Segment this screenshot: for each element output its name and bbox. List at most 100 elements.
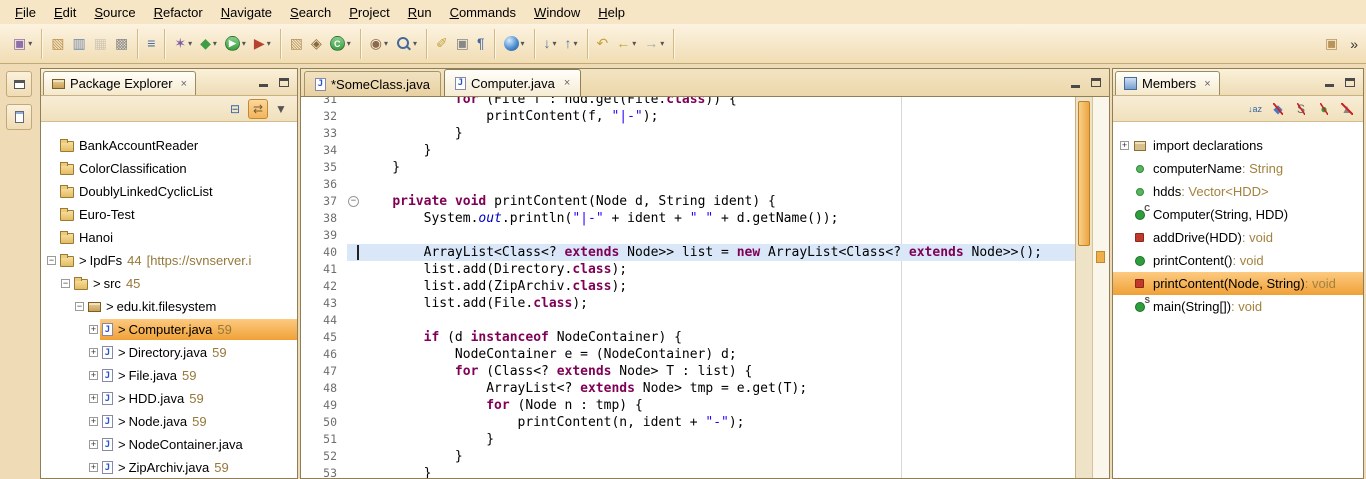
save-icon[interactable]: ▦ [90, 33, 111, 54]
print-icon[interactable]: ▩ [111, 33, 132, 54]
line-number[interactable]: 37 [301, 193, 347, 210]
editor-scrollbar[interactable] [1075, 97, 1092, 478]
minimized-editor-icon[interactable] [6, 104, 32, 130]
collapse-all-icon[interactable]: ⊟ [225, 99, 245, 119]
tree-item-euro-test[interactable]: Euro-Test [41, 203, 297, 226]
code-line-33[interactable]: 33 } [301, 125, 1075, 142]
member-computername[interactable]: computerName : String [1113, 157, 1363, 180]
code-line-37[interactable]: 37− private void printContent(Node d, St… [301, 193, 1075, 210]
external-tools-icon[interactable]: ▶▾ [250, 33, 275, 54]
code-line-47[interactable]: 47 for (Class<? extends Node> T : list) … [301, 363, 1075, 380]
prev-annotation-icon[interactable]: ↑▾ [561, 33, 582, 54]
line-number[interactable]: 51 [301, 431, 347, 448]
restore-view-icon[interactable] [6, 71, 32, 97]
fold-collapse-icon[interactable]: − [348, 196, 359, 207]
tree-item-ipdfs[interactable]: −> IpdFs44[https://svnserver.i [41, 249, 297, 272]
code-line-53[interactable]: 53 } [301, 465, 1075, 478]
code-line-38[interactable]: 38 System.out.println("|-" + ident + " "… [301, 210, 1075, 227]
tree-item-file-java[interactable]: +J> File.java59 [41, 364, 297, 387]
toolbar-overflow-chevron[interactable]: » [1346, 36, 1362, 52]
line-number[interactable]: 34 [301, 142, 347, 159]
tree-item-computer-java[interactable]: +J> Computer.java59 [41, 318, 297, 341]
overview-ruler[interactable] [1092, 97, 1109, 478]
code-line-51[interactable]: 51 } [301, 431, 1075, 448]
hide-non-public-icon[interactable]: ● [1314, 99, 1334, 119]
code-line-40[interactable]: 40 ArrayList<Class<? extends Node>> list… [301, 244, 1075, 261]
line-number[interactable]: 31 [301, 97, 347, 108]
line-number[interactable]: 42 [301, 278, 347, 295]
member-import-declarations[interactable]: +import declarations [1113, 134, 1363, 157]
hide-fields-icon[interactable]: ◆ [1268, 99, 1288, 119]
member-hdds[interactable]: hdds : Vector<HDD> [1113, 180, 1363, 203]
code-line-52[interactable]: 52 } [301, 448, 1075, 465]
menu-edit[interactable]: Edit [45, 2, 85, 23]
collapse-icon[interactable]: − [47, 256, 56, 265]
tab-someclass-java[interactable]: J *SomeClass.java [304, 71, 441, 96]
member-computer-string-hdd[interactable]: CComputer(String, HDD) [1113, 203, 1363, 226]
search-icon[interactable]: ▾ [392, 33, 421, 54]
line-number[interactable]: 36 [301, 176, 347, 193]
tree-item-hdd-java[interactable]: +J> HDD.java59 [41, 387, 297, 410]
tree-item-edu-kit-filesystem[interactable]: −> edu.kit.filesystem [41, 295, 297, 318]
new-package-icon[interactable]: ◈ [307, 33, 326, 54]
code-line-41[interactable]: 41 list.add(Directory.class); [301, 261, 1075, 278]
tab-computer-java[interactable]: J Computer.java × [444, 69, 581, 96]
code-line-50[interactable]: 50 printContent(n, ident + "-"); [301, 414, 1075, 431]
java-ee-icon[interactable]: ▾ [500, 33, 529, 54]
expand-icon[interactable]: + [1120, 141, 1129, 150]
line-number[interactable]: 50 [301, 414, 347, 431]
code-line-36[interactable]: 36 [301, 176, 1075, 193]
code-line-34[interactable]: 34 } [301, 142, 1075, 159]
tree-item-doublylinkedcycliclist[interactable]: DoublyLinkedCyclicList [41, 180, 297, 203]
line-number[interactable]: 52 [301, 448, 347, 465]
tree-item-nodecontainer-java[interactable]: +J> NodeContainer.java [41, 433, 297, 456]
code-line-39[interactable]: 39 [301, 227, 1075, 244]
line-number[interactable]: 39 [301, 227, 347, 244]
members-tab[interactable]: Members × [1115, 71, 1220, 95]
menu-help[interactable]: Help [589, 2, 634, 23]
line-number[interactable]: 47 [301, 363, 347, 380]
expand-icon[interactable]: + [89, 440, 98, 449]
maximize-editor-button[interactable] [1088, 75, 1104, 91]
minimize-editor-button[interactable] [1067, 75, 1083, 91]
line-number[interactable]: 44 [301, 312, 347, 329]
menu-window[interactable]: Window [525, 2, 589, 23]
line-number[interactable]: 38 [301, 210, 347, 227]
line-number[interactable]: 41 [301, 261, 347, 278]
menu-source[interactable]: Source [85, 2, 144, 23]
tree-item-directory-java[interactable]: +J> Directory.java59 [41, 341, 297, 364]
tree-item-ziparchiv-java[interactable]: +J> ZipArchiv.java59 [41, 456, 297, 478]
new-class-icon[interactable]: C▾ [326, 33, 355, 54]
line-number[interactable]: 40 [301, 244, 347, 261]
minimize-view-button[interactable] [1321, 74, 1337, 90]
forward-icon[interactable]: →▾ [640, 33, 668, 54]
code-line-46[interactable]: 46 NodeContainer e = (NodeContainer) d; [301, 346, 1075, 363]
run-icon[interactable]: ▶▾ [221, 33, 250, 54]
sort-icon[interactable]: ↓az [1245, 99, 1265, 119]
code-line-42[interactable]: 42 list.add(ZipArchiv.class); [301, 278, 1075, 295]
tree-item-hanoi[interactable]: Hanoi [41, 226, 297, 249]
menu-run[interactable]: Run [399, 2, 441, 23]
new-wizard-icon[interactable]: ▣▾ [9, 33, 36, 54]
line-number[interactable]: 43 [301, 295, 347, 312]
menu-project[interactable]: Project [340, 2, 398, 23]
close-tab-icon[interactable]: × [564, 77, 570, 89]
debug-icon[interactable]: ◆▾ [196, 33, 221, 54]
code-line-32[interactable]: 32 printContent(f, "|-"); [301, 108, 1075, 125]
code-line-49[interactable]: 49 for (Node n : tmp) { [301, 397, 1075, 414]
close-view-icon[interactable]: × [1204, 78, 1210, 90]
code-line-48[interactable]: 48 ArrayList<? extends Node> tmp = e.get… [301, 380, 1075, 397]
line-number[interactable]: 53 [301, 465, 347, 478]
pin-editor-icon[interactable]: ▣ [1321, 33, 1342, 54]
code-line-45[interactable]: 45 if (d instanceof NodeContainer) { [301, 329, 1075, 346]
menu-refactor[interactable]: Refactor [145, 2, 212, 23]
tree-item-bankaccountreader[interactable]: BankAccountReader [41, 134, 297, 157]
menu-navigate[interactable]: Navigate [212, 2, 281, 23]
tree-item-node-java[interactable]: +J> Node.java59 [41, 410, 297, 433]
close-view-icon[interactable]: × [181, 78, 187, 90]
line-number[interactable]: 49 [301, 397, 347, 414]
tree-item-colorclassification[interactable]: ColorClassification [41, 157, 297, 180]
collapse-icon[interactable]: − [75, 302, 84, 311]
tree-item-src[interactable]: −> src45 [41, 272, 297, 295]
member-printcontent[interactable]: printContent() : void [1113, 249, 1363, 272]
